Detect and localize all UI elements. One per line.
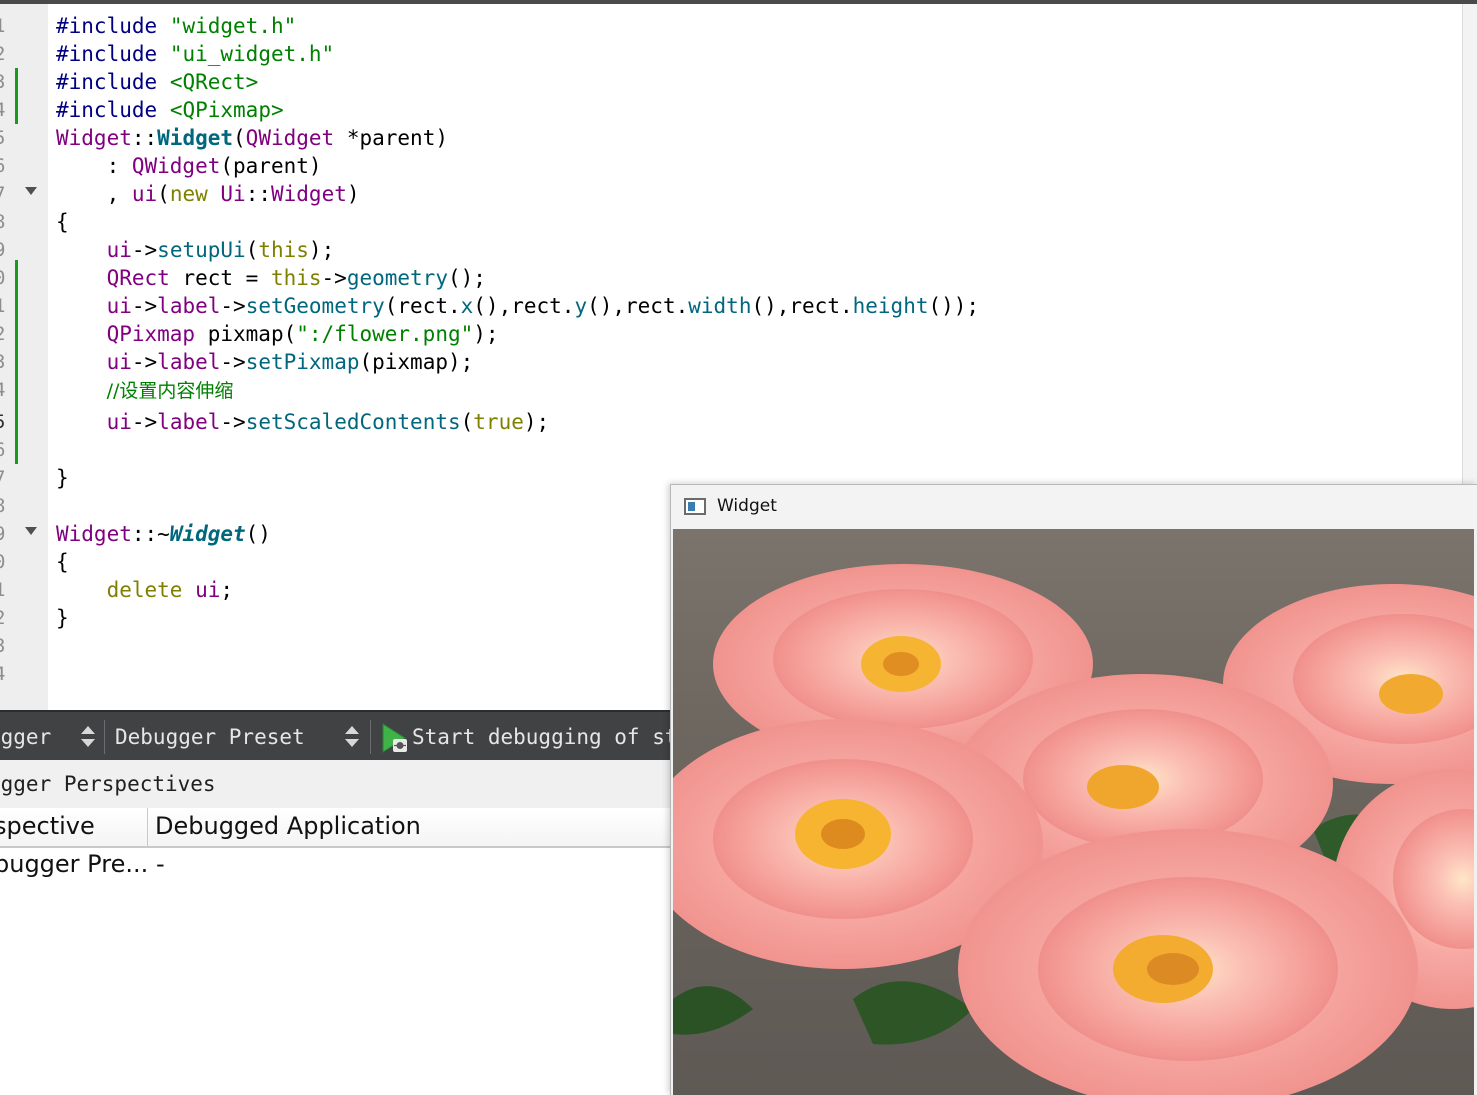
- code-line-22: }: [56, 606, 69, 630]
- code-line-12: QPixmap pixmap(":/flower.png");: [106, 322, 499, 346]
- debugger-combo-arrows-icon[interactable]: [81, 726, 95, 750]
- fold-arrow-icon[interactable]: [25, 527, 37, 535]
- code-line-4: #include <QPixmap>: [56, 98, 284, 122]
- debugger-combo[interactable]: ugger: [0, 724, 51, 750]
- window-title: Widget: [717, 496, 777, 516]
- debugger-perspectives-header: ugger Perspectives: [0, 760, 672, 808]
- line-number: 5: [0, 124, 14, 152]
- line-number: 3: [0, 68, 14, 96]
- code-line-17: }: [56, 466, 69, 490]
- preset-combo-arrows-icon[interactable]: [345, 726, 359, 750]
- line-number: 1: [0, 12, 14, 40]
- start-debugging-icon[interactable]: [381, 722, 409, 754]
- code-line-19: Widget::~Widget(): [56, 522, 271, 546]
- code-line-8: {: [56, 210, 69, 234]
- window-titlebar[interactable]: Widget: [671, 485, 1477, 529]
- perspectives-table[interactable]: spective Debugged Application bugger Pre…: [0, 808, 672, 1095]
- line-number: 6: [0, 152, 14, 180]
- fold-arrow-icon[interactable]: [25, 187, 37, 195]
- line-number: 2: [0, 320, 14, 348]
- table-cell-perspective[interactable]: bugger Pre...: [0, 850, 148, 878]
- code-line-10: QRect rect = this->geometry();: [106, 266, 486, 290]
- change-marker: [15, 260, 18, 464]
- line-number: 6: [0, 436, 14, 464]
- line-number: 8: [0, 492, 14, 520]
- code-line-20: {: [56, 550, 69, 574]
- line-number: 3: [0, 348, 14, 376]
- line-number: 0: [0, 548, 14, 576]
- code-line-3: #include <QRect>: [56, 70, 259, 94]
- line-number: 9: [0, 520, 14, 548]
- debugger-toolbar: ugger Debugger Preset Start debugging of…: [0, 710, 690, 760]
- code-line-13: ui->label->setPixmap(pixmap);: [106, 350, 474, 374]
- line-number: 1: [0, 576, 14, 604]
- line-number: 4: [0, 96, 14, 124]
- column-header-perspective[interactable]: spective: [0, 812, 95, 840]
- line-number: 2: [0, 604, 14, 632]
- table-cell-application[interactable]: -: [156, 850, 165, 878]
- code-line-21: delete ui;: [106, 578, 234, 602]
- table-header-row: spective Debugged Application: [0, 808, 672, 848]
- line-number: 1: [0, 292, 14, 320]
- code-line-6: : QWidget(parent): [56, 154, 322, 178]
- line-number: 4: [0, 376, 14, 404]
- column-header-application[interactable]: Debugged Application: [155, 812, 421, 840]
- code-line-2: #include "ui_widget.h": [56, 42, 335, 66]
- perspectives-title: ugger Perspectives: [0, 772, 216, 796]
- toolbar-separator: [370, 720, 371, 754]
- code-line-15: ui->label->setScaledContents(true);: [106, 410, 550, 434]
- line-number: 7: [0, 464, 14, 492]
- widget-window[interactable]: Widget: [670, 484, 1477, 1095]
- toolbar-separator: [104, 720, 105, 754]
- column-divider[interactable]: [147, 808, 148, 848]
- line-number: 5: [0, 408, 14, 436]
- start-debugging-button[interactable]: Start debugging of sta: [412, 724, 690, 750]
- line-number: 7: [0, 180, 14, 208]
- line-number: 3: [0, 632, 14, 660]
- debugger-preset-combo[interactable]: Debugger Preset: [115, 724, 305, 750]
- line-number: 0: [0, 264, 14, 292]
- code-line-1: #include "widget.h": [56, 14, 297, 38]
- change-marker: [15, 68, 18, 124]
- code-line-9: ui->setupUi(this);: [106, 238, 335, 262]
- code-line-7: , ui(new Ui::Widget): [56, 182, 360, 206]
- window-app-icon: [684, 498, 706, 515]
- rose-photo: [673, 529, 1474, 1095]
- line-number: 9: [0, 236, 14, 264]
- code-line-14: //设置内容伸缩: [106, 380, 234, 402]
- code-line-11: ui->label->setGeometry(rect.x(),rect.y()…: [106, 294, 980, 318]
- line-number: 4: [0, 660, 14, 688]
- line-number: 2: [0, 40, 14, 68]
- code-line-5: Widget::Widget(QWidget *parent): [56, 126, 448, 150]
- line-number: 8: [0, 208, 14, 236]
